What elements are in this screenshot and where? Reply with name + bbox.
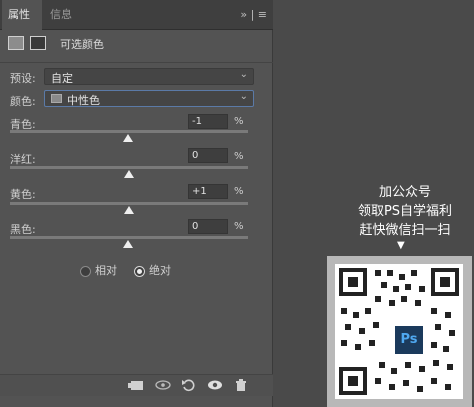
yellow-slider-thumb[interactable] (124, 206, 134, 214)
color-swatch (51, 94, 62, 103)
magenta-label: 洋红: (10, 153, 36, 166)
promo-line-3: 赶快微信扫一扫 (359, 223, 451, 238)
view-previous-state-icon[interactable] (154, 378, 172, 395)
preset-label: 预设: (10, 72, 36, 85)
cyan-input[interactable]: -1 (188, 114, 228, 129)
black-input[interactable]: 0 (188, 219, 228, 234)
black-label: 黑色: (10, 223, 36, 236)
black-slider-thumb[interactable] (123, 240, 133, 248)
layer-mask-icon[interactable] (30, 36, 46, 50)
radio-relative-dot[interactable] (80, 265, 91, 277)
panel-tab-bar: 属性 信息 » | ≡ (0, 0, 273, 30)
yellow-input[interactable]: +1 (188, 184, 228, 199)
divider (0, 62, 273, 63)
magenta-track[interactable] (10, 166, 248, 169)
tab-info[interactable]: 信息 (44, 0, 78, 30)
absolute-radio[interactable]: 绝对 (134, 262, 171, 277)
clip-to-layer-icon[interactable] (128, 378, 144, 395)
panel-menu-icons[interactable]: » | ≡ (240, 0, 267, 30)
relative-label: 相对 (95, 264, 117, 277)
promo-text: 加公众号 领取PS自学福利 赶快微信扫一扫 (340, 183, 470, 240)
reset-icon[interactable] (181, 378, 197, 395)
colors-label: 颜色: (10, 95, 36, 108)
cyan-unit: % (234, 116, 244, 127)
colors-value: 中性色 (67, 94, 100, 107)
black-track[interactable] (10, 236, 248, 239)
radio-absolute-dot[interactable] (134, 265, 145, 277)
black-unit: % (234, 221, 244, 232)
magenta-input[interactable]: 0 (188, 148, 228, 163)
adjustment-title: 可选颜色 (60, 38, 104, 51)
relative-radio[interactable]: 相对 (80, 262, 117, 277)
promo-line-2: 领取PS自学福利 (357, 204, 453, 219)
visibility-icon[interactable] (206, 378, 224, 395)
magenta-slider-thumb[interactable] (124, 170, 134, 178)
absolute-label: 绝对 (149, 264, 171, 277)
adjustment-layer-icon[interactable] (8, 36, 24, 50)
qr-code: Ps (327, 256, 472, 407)
magenta-unit: % (234, 151, 244, 162)
qr-code-image: Ps (335, 264, 463, 399)
down-arrow-icon: ▼ (397, 240, 405, 251)
yellow-track[interactable] (10, 202, 248, 205)
preset-select[interactable]: 自定 ⌄ (44, 68, 254, 85)
preset-value: 自定 (51, 72, 73, 85)
chevron-down-icon: ⌄ (239, 91, 248, 102)
photoshop-logo: Ps (393, 324, 425, 356)
properties-panel: 属性 信息 » | ≡ 可选颜色 预设: 自定 ⌄ 颜色: 中性色 ⌄ 青色: … (0, 0, 273, 407)
chevron-down-icon: ⌄ (239, 69, 248, 80)
yellow-label: 黄色: (10, 188, 36, 201)
colors-select[interactable]: 中性色 ⌄ (44, 90, 254, 107)
yellow-unit: % (234, 186, 244, 197)
trash-icon[interactable] (234, 378, 248, 395)
tab-properties[interactable]: 属性 (2, 0, 42, 30)
panel-bottom-toolbar (0, 374, 273, 396)
promo-line-1: 加公众号 (378, 185, 431, 200)
cyan-slider-thumb[interactable] (123, 134, 133, 142)
cyan-track[interactable] (10, 130, 248, 133)
